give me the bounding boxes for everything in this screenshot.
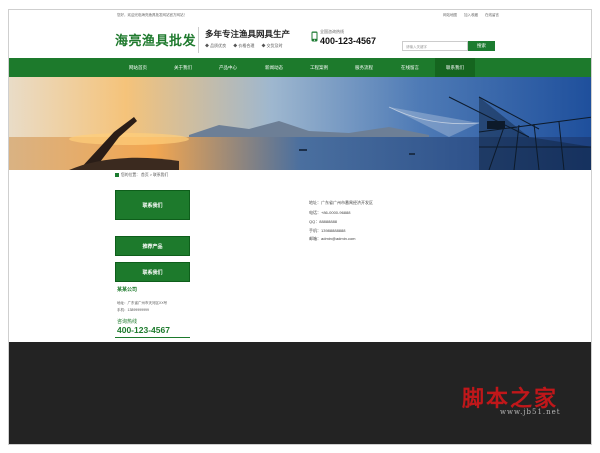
company-address: 地址：广东省广州市天河区XX号 (117, 301, 168, 305)
search-button[interactable]: 搜索 (468, 41, 495, 51)
sidebar-contact-us[interactable]: 联系我们 (115, 190, 190, 220)
sitemap-link[interactable]: 网站地图 (443, 13, 457, 17)
search-input[interactable]: 请输入关键字 (402, 41, 468, 51)
sidebar-recommended[interactable]: 推荐产品 (115, 236, 190, 256)
nav-products[interactable]: 产品中心 (208, 58, 248, 77)
top-links: 网站地图 加入收藏 在线留言 (437, 13, 499, 18)
nav-service[interactable]: 服务流程 (344, 58, 384, 77)
nav-message[interactable]: 在线留言 (390, 58, 430, 77)
contact-mobile: 手机：13988888888 (309, 228, 346, 233)
company-name: 某某公司 (117, 287, 138, 293)
hero-banner (9, 77, 591, 170)
watermark: 脚本之家 www.jb51.net (462, 381, 561, 416)
feature-price: ◆ 价格合理 (233, 43, 255, 48)
nav-cases[interactable]: 工程案例 (299, 58, 339, 77)
company-phone: 手机：13899999999 (117, 308, 149, 312)
breadcrumb-text: 您的位置： 首页 > 联系我们 (121, 173, 169, 177)
nav-about[interactable]: 关于我们 (163, 58, 203, 77)
sidebar-contact-us-2[interactable]: 联系我们 (115, 262, 190, 282)
feature-list: ◆ 品质优良 ◆ 价格合理 ◆ 交货及时 (205, 43, 289, 49)
bookmark-link[interactable]: 加入收藏 (464, 13, 478, 17)
nav-home[interactable]: 网站首页 (118, 58, 158, 77)
site-logo[interactable]: 海亮渔具批发 (115, 30, 196, 49)
contact-email[interactable]: 邮箱：admin@admin.com (309, 236, 356, 242)
hotline-label: 全国咨询热线 (320, 29, 344, 34)
feature-quality: ◆ 品质优良 (205, 43, 227, 48)
home-icon (115, 173, 119, 177)
header-divider (198, 27, 199, 53)
welcome-text: 您好，欢迎光临海亮渔具批发网站官方网站！ (117, 13, 187, 17)
hotline-number: 400-123-4567 (320, 36, 377, 46)
main-nav: 网站首页 关于我们 产品中心 新闻动态 工程案例 服务流程 在线留言 联系我们 (9, 58, 591, 77)
breadcrumb: 您的位置： 首页 > 联系我们 (115, 173, 168, 178)
page-frame: 您好，欢迎光临海亮渔具批发网站官方网站！ 网站地图 加入收藏 在线留言 海亮渔具… (8, 9, 592, 445)
content-area: 您的位置： 首页 > 联系我们 联系我们 推荐产品 联系我们 某某公司 地址：广… (9, 170, 591, 341)
sidebar-divider (115, 337, 190, 338)
nav-contact[interactable]: 联系我们 (435, 58, 475, 77)
feature-delivery: ◆ 交货及时 (261, 43, 283, 48)
message-link[interactable]: 在线留言 (485, 13, 499, 17)
contact-address: 地址：广东省广州市番禺经济开发区 (309, 200, 373, 205)
contact-qq: QQ：88888888 (309, 219, 338, 224)
sidebar-hotline-label: 咨询热线 (117, 319, 138, 325)
slogan: 多年专注渔具网具生产 (205, 29, 291, 39)
contact-tel: 电话：+86-0000-96888 (309, 210, 351, 215)
watermark-url: www.jb51.net (500, 408, 561, 416)
nav-news[interactable]: 新闻动态 (254, 58, 294, 77)
top-bar: 您好，欢迎光临海亮渔具批发网站官方网站！ 网站地图 加入收藏 在线留言 (9, 10, 591, 21)
phone-icon (311, 31, 318, 42)
sidebar-hotline-number: 400-123-4567 (117, 325, 170, 335)
